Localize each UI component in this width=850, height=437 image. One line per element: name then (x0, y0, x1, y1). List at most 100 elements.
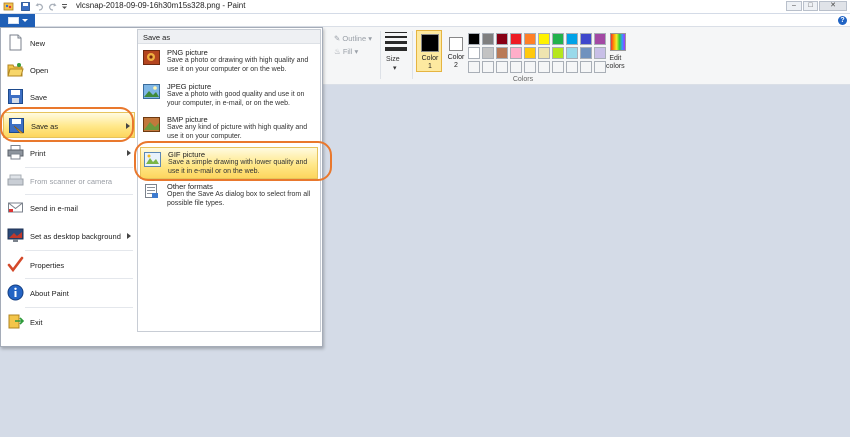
save-as-other-formats-item[interactable]: Other formats Open the Save As dialog bo… (140, 180, 318, 212)
menu-item-new[interactable]: New (3, 30, 135, 56)
palette-swatch[interactable] (510, 33, 522, 45)
palette-swatch[interactable] (482, 33, 494, 45)
palette-swatch[interactable] (552, 47, 564, 59)
menu-item-email[interactable]: Send in e-mail (3, 195, 135, 221)
undo-icon[interactable] (34, 1, 46, 12)
menu-item-save[interactable]: Save (3, 84, 135, 110)
menu-item-about[interactable]: About Paint (3, 280, 135, 306)
file-menu-tab[interactable] (0, 14, 35, 27)
save-disk-icon (7, 88, 24, 105)
palette-swatch[interactable] (496, 61, 508, 73)
scanner-icon (7, 172, 24, 189)
save-as-png-item[interactable]: PNG picture Save a photo or drawing with… (140, 46, 318, 78)
desktop-background-icon (7, 227, 24, 244)
outline-dropdown[interactable]: ✎ Outline ▾ (334, 34, 372, 43)
palette-swatch[interactable] (538, 47, 550, 59)
menu-item-label: Print (30, 149, 46, 158)
fill-label: Fill (342, 47, 353, 56)
palette-swatch[interactable] (538, 33, 550, 45)
palette-swatch[interactable] (594, 47, 606, 59)
other-formats-description: Open the Save As dialog box to select fr… (167, 191, 311, 207)
color1-label: Color 1 (421, 55, 439, 70)
menu-item-desktop-background[interactable]: Set as desktop background (3, 223, 135, 249)
edit-colors-label[interactable]: Edit colors (606, 55, 625, 71)
maximize-button[interactable]: □ (803, 1, 818, 11)
other-formats-title: Other formats (167, 182, 213, 191)
menu-item-label: Save (30, 93, 48, 102)
color2-selector[interactable]: Color 2 (443, 30, 469, 72)
ribbon-divider (380, 31, 381, 79)
menu-item-print[interactable]: Print (3, 140, 135, 166)
help-icon[interactable]: ? (838, 16, 847, 25)
outline-label: Outline (342, 34, 367, 43)
close-button[interactable]: ✕ (819, 1, 847, 11)
save-as-gif-item[interactable]: GIF picture Save a simple drawing with l… (140, 147, 318, 179)
palette-swatch[interactable] (552, 33, 564, 45)
png-picture-title: PNG picture (167, 48, 208, 57)
properties-checkmark-icon (7, 256, 24, 273)
save-as-header: Save as (138, 30, 320, 44)
ribbon-divider (412, 31, 413, 79)
palette-swatch[interactable] (594, 61, 606, 73)
palette-swatch[interactable] (482, 47, 494, 59)
palette-swatch[interactable] (468, 61, 480, 73)
palette-swatch[interactable] (496, 33, 508, 45)
window-title: vlcsnap-2018-09-09-16h30m15s328.png - Pa… (76, 1, 246, 10)
palette-swatch[interactable] (580, 47, 592, 59)
png-picture-icon (143, 50, 160, 65)
palette-swatch[interactable] (468, 47, 480, 59)
menu-separator (25, 167, 133, 168)
palette-swatch[interactable] (580, 61, 592, 73)
palette-swatch[interactable] (566, 47, 578, 59)
palette-swatch[interactable] (566, 33, 578, 45)
size-button[interactable] (384, 32, 408, 54)
bmp-picture-description: Save any kind of picture with high quali… (167, 124, 308, 140)
menu-separator (25, 278, 133, 279)
palette-swatch[interactable] (538, 61, 550, 73)
menu-item-exit[interactable]: Exit (3, 309, 135, 335)
file-menu: New Open Save Save as Print From scanner or c… (0, 27, 323, 347)
bmp-picture-icon (143, 117, 160, 132)
gif-picture-icon (144, 152, 161, 167)
save-as-jpeg-item[interactable]: JPEG picture Save a photo with good qual… (140, 80, 318, 112)
save-as-bmp-item[interactable]: BMP picture Save any kind of picture wit… (140, 113, 318, 145)
color2-label: Color 2 (447, 54, 465, 69)
paint-app-icon[interactable] (3, 1, 15, 12)
palette-swatch[interactable] (566, 61, 578, 73)
customize-toolbar-icon[interactable] (60, 1, 72, 12)
menu-item-save-as[interactable]: Save as (3, 112, 135, 138)
redo-icon[interactable] (47, 1, 59, 12)
minimize-button[interactable]: – (786, 1, 802, 11)
menu-item-label: New (30, 39, 46, 48)
file-tab-icon (8, 17, 19, 24)
menu-item-scanner[interactable]: From scanner or camera (3, 168, 135, 194)
menu-item-open[interactable]: Open (3, 57, 135, 83)
palette-swatch[interactable] (482, 61, 494, 73)
gif-picture-description: Save a simple drawing with lower quality… (168, 159, 308, 175)
palette-swatch[interactable] (580, 33, 592, 45)
palette-swatch[interactable] (468, 33, 480, 45)
palette-swatch[interactable] (524, 47, 536, 59)
color1-selector[interactable]: Color 1 (416, 30, 442, 72)
palette-swatch[interactable] (496, 47, 508, 59)
menu-item-label: Set as desktop background (30, 232, 121, 241)
save-as-submenu: Save as PNG picture Save a photo or draw… (137, 29, 321, 332)
palette-swatch[interactable] (510, 61, 522, 73)
edit-colors-icon[interactable] (610, 33, 626, 51)
size-label: Size (386, 56, 400, 63)
quick-save-icon[interactable] (20, 1, 32, 12)
color2-swatch (449, 37, 463, 51)
palette-swatch[interactable] (594, 33, 606, 45)
menu-item-properties[interactable]: Properties (3, 252, 135, 278)
submenu-arrow-icon (126, 123, 130, 129)
other-formats-icon (143, 184, 160, 199)
palette-swatch[interactable] (510, 47, 522, 59)
menu-item-label: Exit (30, 318, 43, 327)
palette-swatch[interactable] (524, 61, 536, 73)
menu-separator (25, 194, 133, 195)
palette-swatch[interactable] (524, 33, 536, 45)
menu-separator (25, 307, 133, 308)
palette-swatch[interactable] (552, 61, 564, 73)
fill-dropdown[interactable]: ♨ Fill ▾ (334, 47, 358, 56)
png-picture-description: Save a photo or drawing with high qualit… (167, 57, 309, 73)
